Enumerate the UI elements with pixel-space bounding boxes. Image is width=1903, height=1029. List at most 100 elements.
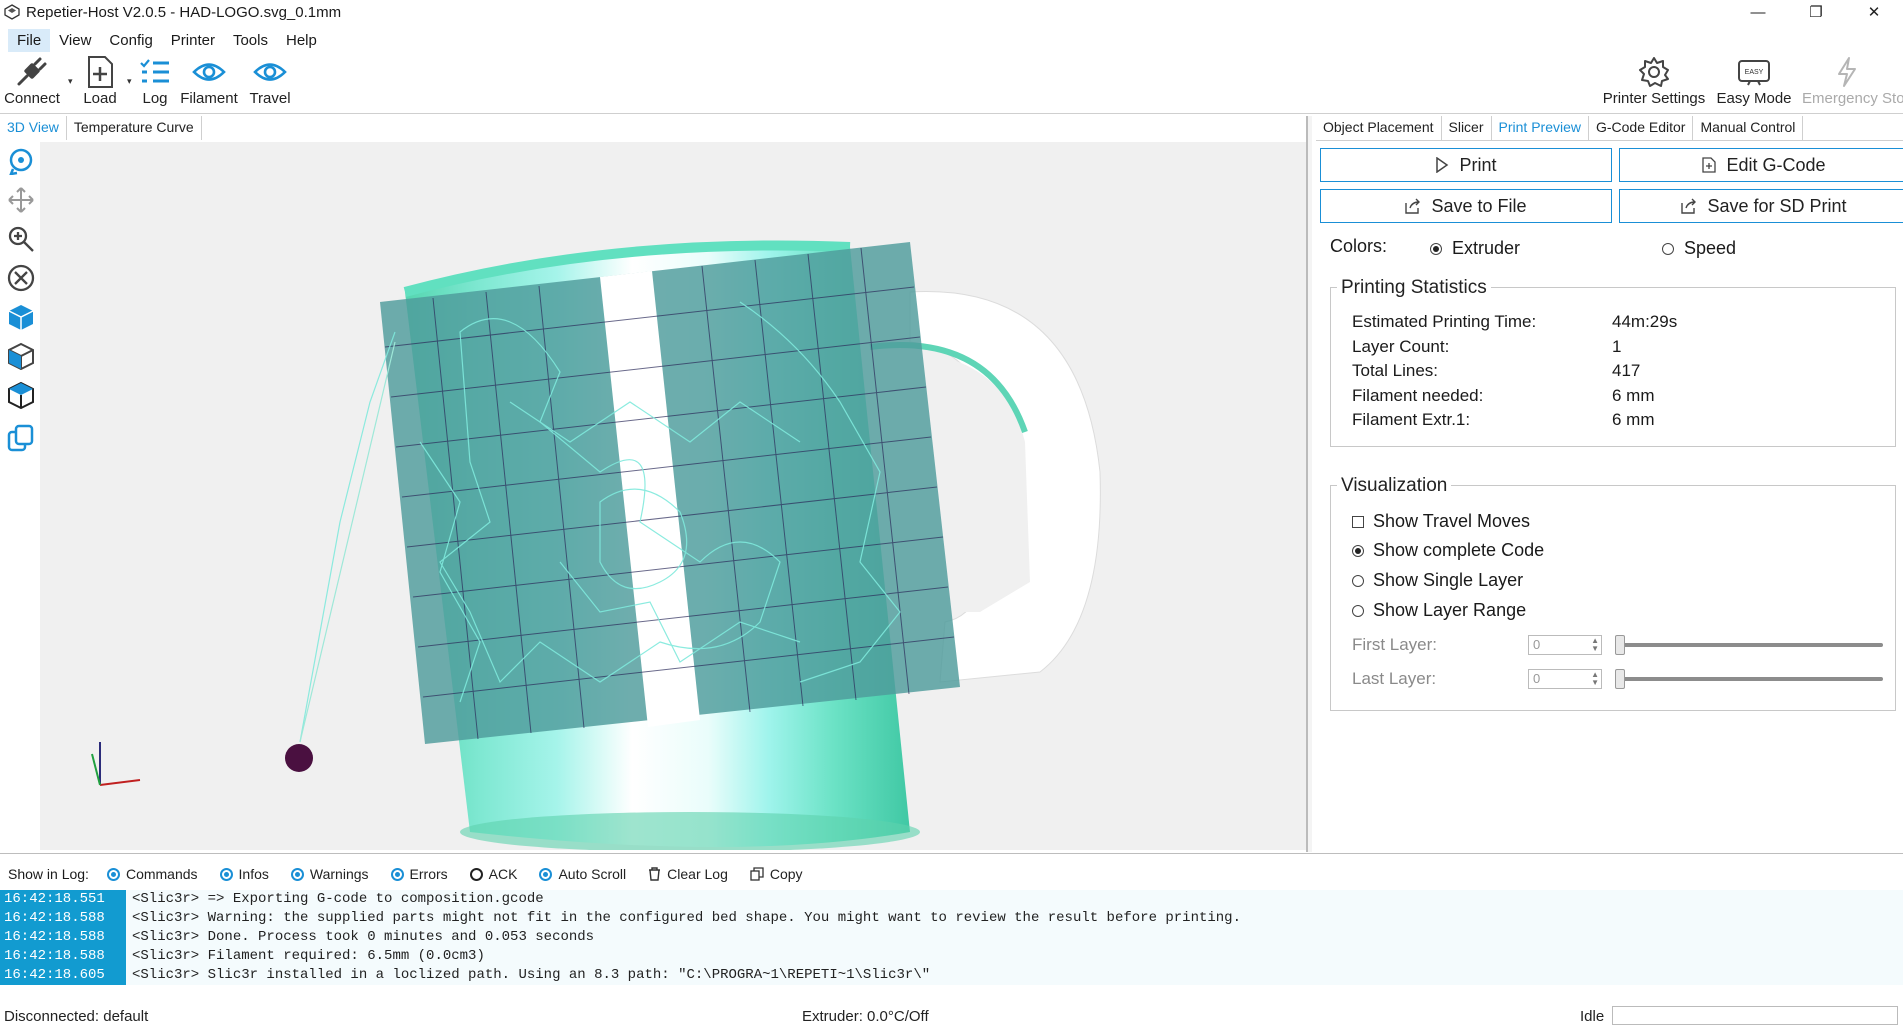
- tab-gcode-editor[interactable]: G-Code Editor: [1589, 116, 1694, 140]
- move-tool[interactable]: [6, 185, 36, 215]
- zoom-tool[interactable]: [6, 224, 36, 254]
- log-toolbar: Show in Log: Commands Infos Warnings Err…: [0, 860, 1903, 888]
- menu-view[interactable]: View: [50, 29, 100, 52]
- show-single-radio[interactable]: [1352, 574, 1364, 587]
- log-row[interactable]: 16:42:18.588 <Slic3r> Filament required:…: [0, 947, 1903, 966]
- load-button[interactable]: Load: [80, 54, 120, 112]
- show-range-option[interactable]: Show Layer Range: [1352, 600, 1526, 621]
- log-row[interactable]: 16:42:18.605 <Slic3r> Slic3r installed i…: [0, 966, 1903, 985]
- rotate-tool[interactable]: [6, 146, 36, 176]
- color-extruder-radio[interactable]: [1430, 242, 1442, 255]
- log-ack-toggle[interactable]: ACK: [469, 866, 517, 882]
- log-warnings-toggle[interactable]: Warnings: [290, 866, 369, 882]
- menu-help[interactable]: Help: [277, 29, 326, 52]
- clear-log-button[interactable]: Clear Log: [648, 866, 728, 882]
- view-tool-strip: [0, 142, 40, 850]
- log-commands-label: Commands: [125, 866, 198, 882]
- printing-statistics-title: Printing Statistics: [1337, 277, 1491, 299]
- plug-icon: [17, 57, 47, 86]
- view-tabs: 3D View Temperature Curve: [0, 116, 202, 140]
- first-layer-value: 0: [1533, 637, 1541, 652]
- connect-dropdown-icon[interactable]: ▾: [68, 76, 73, 87]
- copy-objects-tool[interactable]: [6, 423, 36, 453]
- log-button[interactable]: Log: [137, 54, 173, 112]
- log-list[interactable]: 16:42:18.551 <Slic3r> => Exporting G-cod…: [0, 890, 1903, 1000]
- log-autoscroll-toggle[interactable]: Auto Scroll: [539, 866, 626, 882]
- stat-value: 417: [1612, 361, 1641, 380]
- menu-printer[interactable]: Printer: [162, 29, 224, 52]
- title-bar: Repetier-Host V2.0.5 - HAD-LOGO.svg_0.1m…: [0, 0, 1903, 24]
- show-travel-option[interactable]: Show Travel Moves: [1352, 511, 1530, 532]
- menu-config[interactable]: Config: [100, 29, 161, 52]
- show-travel-checkbox[interactable]: [1352, 515, 1364, 528]
- colors-label: Colors:: [1330, 236, 1388, 256]
- save-to-file-button[interactable]: Save to File: [1320, 189, 1612, 223]
- front-view-tool[interactable]: [6, 341, 36, 371]
- tab-3d-view[interactable]: 3D View: [0, 116, 67, 140]
- close-button[interactable]: ✕: [1845, 0, 1903, 24]
- 3d-viewport[interactable]: [40, 142, 1306, 850]
- last-layer-slider[interactable]: [1615, 669, 1625, 689]
- first-layer-input[interactable]: 0 ▲ ▼: [1528, 635, 1602, 655]
- fit-view-icon: [7, 264, 35, 292]
- panel-splitter[interactable]: [1306, 116, 1312, 852]
- show-complete-radio[interactable]: [1352, 544, 1364, 557]
- emergency-stop-label: Emergency Sto: [1802, 90, 1903, 107]
- easy-mode-button[interactable]: EASY Easy Mode: [1716, 54, 1792, 112]
- fit-view-tool[interactable]: [6, 263, 36, 293]
- log-infos-toggle[interactable]: Infos: [219, 866, 269, 882]
- extruder-status: Extruder: 0.0°C/Off: [802, 1008, 929, 1025]
- tab-manual-control[interactable]: Manual Control: [1693, 116, 1804, 140]
- connect-button[interactable]: Connect: [4, 54, 60, 112]
- top-view-tool[interactable]: [6, 380, 36, 410]
- color-extruder-option[interactable]: Extruder: [1430, 238, 1520, 259]
- log-errors-toggle[interactable]: Errors: [390, 866, 448, 882]
- maximize-button[interactable]: ❐: [1787, 0, 1845, 24]
- travel-button[interactable]: Travel: [246, 54, 294, 112]
- first-layer-slider[interactable]: [1615, 635, 1625, 655]
- save-for-sd-label: Save for SD Print: [1707, 195, 1847, 216]
- spin-arrows-icon[interactable]: ▲ ▼: [1591, 671, 1599, 687]
- tab-temperature-curve[interactable]: Temperature Curve: [67, 116, 202, 140]
- emergency-stop-button[interactable]: Emergency Sto: [1802, 54, 1903, 112]
- color-speed-radio[interactable]: [1662, 242, 1674, 255]
- minimize-button[interactable]: —: [1729, 0, 1787, 24]
- tab-slicer[interactable]: Slicer: [1442, 116, 1492, 140]
- print-button[interactable]: Print: [1320, 148, 1612, 182]
- menu-tools[interactable]: Tools: [224, 29, 277, 52]
- log-errors-label: Errors: [409, 866, 448, 882]
- show-complete-option[interactable]: Show complete Code: [1352, 540, 1544, 561]
- load-dropdown-icon[interactable]: ▾: [127, 76, 132, 87]
- status-bar: Disconnected: default Extruder: 0.0°C/Of…: [0, 1004, 1903, 1029]
- log-autoscroll-indicator: [539, 867, 553, 881]
- show-single-option[interactable]: Show Single Layer: [1352, 570, 1523, 591]
- cube-front-icon: [8, 342, 34, 370]
- cube-top-icon: [8, 381, 34, 409]
- color-speed-option[interactable]: Speed: [1662, 238, 1736, 259]
- log-row[interactable]: 16:42:18.551 <Slic3r> => Exporting G-cod…: [0, 890, 1903, 909]
- log-infos-indicator: [219, 867, 233, 881]
- log-commands-toggle[interactable]: Commands: [106, 866, 198, 882]
- stat-label: Total Lines:: [1352, 361, 1438, 380]
- menu-file[interactable]: File: [8, 28, 51, 52]
- tab-print-preview[interactable]: Print Preview: [1492, 116, 1589, 140]
- printer-settings-label: Printer Settings: [1602, 90, 1706, 107]
- log-row[interactable]: 16:42:18.588 <Slic3r> Warning: the suppl…: [0, 909, 1903, 928]
- travel-label: Travel: [249, 90, 291, 107]
- stat-value: 6 mm: [1612, 386, 1655, 405]
- spin-arrows-icon[interactable]: ▲ ▼: [1591, 637, 1599, 653]
- filament-label: Filament: [180, 90, 238, 107]
- panel-tabs-divider: [1316, 140, 1903, 141]
- log-splitter[interactable]: [0, 853, 1903, 854]
- iso-view-tool[interactable]: [6, 302, 36, 332]
- add-file-icon: [88, 56, 113, 88]
- copy-log-button[interactable]: Copy: [750, 866, 803, 882]
- last-layer-input[interactable]: 0 ▲ ▼: [1528, 669, 1602, 689]
- printer-settings-button[interactable]: Printer Settings: [1602, 54, 1706, 112]
- filament-button[interactable]: Filament: [178, 54, 240, 112]
- log-row[interactable]: 16:42:18.588 <Slic3r> Done. Process took…: [0, 928, 1903, 947]
- show-range-radio[interactable]: [1352, 604, 1364, 617]
- edit-gcode-button[interactable]: Edit G-Code: [1619, 148, 1903, 182]
- save-for-sd-button[interactable]: Save for SD Print: [1619, 189, 1903, 223]
- tab-object-placement[interactable]: Object Placement: [1316, 116, 1442, 140]
